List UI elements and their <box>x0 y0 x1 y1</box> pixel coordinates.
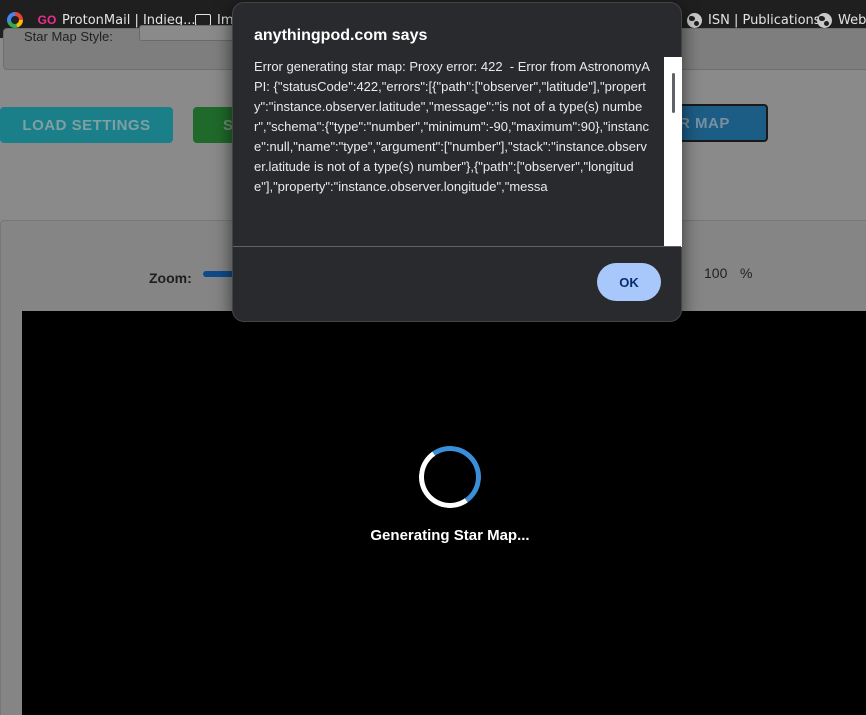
bookmark-google[interactable] <box>7 11 29 29</box>
bookmark-label: ISN | Publications <box>708 12 821 28</box>
dialog-body: Error generating star map: Proxy error: … <box>254 57 674 247</box>
dialog-title: anythingpod.com says <box>254 27 428 44</box>
bookmark-web[interactable]: Web <box>817 11 866 29</box>
bookmark-label: Web <box>838 12 866 28</box>
zoom-unit: % <box>740 265 753 281</box>
globe-icon <box>687 12 702 28</box>
google-icon <box>7 12 23 28</box>
globe-icon <box>817 12 832 28</box>
load-settings-button[interactable]: LOAD SETTINGS <box>0 107 173 143</box>
bookmark-isn-publications[interactable]: ISN | Publications <box>687 11 821 29</box>
dialog-scrollbar-thumb[interactable] <box>672 73 675 113</box>
dialog-divider <box>233 246 681 247</box>
alert-dialog: anythingpod.com says Error generating st… <box>232 2 682 322</box>
star-map-style-label: Star Map Style: <box>24 29 113 44</box>
protonmail-go-icon: GO <box>37 13 57 27</box>
zoom-value: 100 <box>704 265 728 281</box>
loading-status-text: Generating Star Map... <box>370 527 530 544</box>
star-map-canvas: Generating Star Map... <box>22 311 866 715</box>
ok-button[interactable]: OK <box>597 263 661 301</box>
loading-spinner-icon <box>414 441 486 513</box>
dialog-message: Error generating star map: Proxy error: … <box>254 59 650 194</box>
zoom-label: Zoom: <box>149 270 192 286</box>
